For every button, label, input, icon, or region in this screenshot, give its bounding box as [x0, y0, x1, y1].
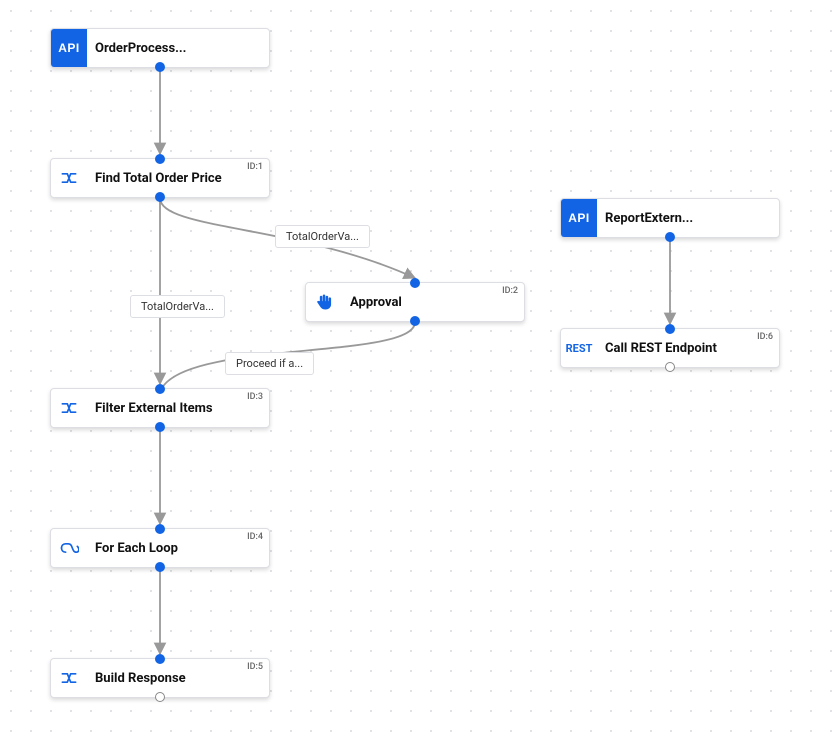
flow-canvas[interactable]: API OrderProcess... Find Total Order Pri…	[0, 0, 833, 746]
port-in[interactable]	[155, 524, 165, 534]
node-approval[interactable]: Approval ID:2	[305, 282, 525, 322]
node-call-rest-endpoint[interactable]: REST Call REST Endpoint ID:6	[560, 328, 780, 368]
port-in[interactable]	[155, 384, 165, 394]
port-out[interactable]	[155, 192, 165, 202]
node-for-each-loop[interactable]: For Each Loop ID:4	[50, 528, 270, 568]
node-title: Approval	[342, 295, 524, 310]
port-out[interactable]	[155, 62, 165, 72]
node-id: ID:5	[247, 662, 263, 672]
edge-label-totalorderva-2[interactable]: TotalOrderVa...	[130, 295, 225, 318]
node-title: Build Response	[87, 671, 269, 686]
node-filter-external-items[interactable]: Filter External Items ID:3	[50, 388, 270, 428]
node-find-total-order-price[interactable]: Find Total Order Price ID:1	[50, 158, 270, 198]
links-layer	[0, 0, 833, 746]
node-id: ID:6	[757, 332, 773, 342]
port-out[interactable]	[665, 232, 675, 242]
api-icon: API	[51, 29, 87, 67]
port-out[interactable]	[410, 316, 420, 326]
edge-label-totalorderva-1[interactable]: TotalOrderVa...	[275, 225, 370, 248]
port-in[interactable]	[665, 324, 675, 334]
node-title: Call REST Endpoint	[597, 341, 779, 356]
port-in[interactable]	[155, 154, 165, 164]
data-mapper-icon	[51, 659, 87, 697]
node-report-extern[interactable]: API ReportExtern...	[560, 198, 780, 238]
node-id: ID:1	[247, 162, 263, 172]
node-title: Find Total Order Price	[87, 171, 269, 186]
node-id: ID:3	[247, 392, 263, 402]
node-order-process[interactable]: API OrderProcess...	[50, 28, 270, 68]
node-title: OrderProcess...	[87, 41, 269, 56]
api-icon: API	[561, 199, 597, 237]
loop-icon	[51, 529, 87, 567]
port-out[interactable]	[155, 422, 165, 432]
rest-icon: REST	[561, 329, 597, 367]
port-in[interactable]	[155, 654, 165, 664]
node-id: ID:4	[247, 532, 263, 542]
node-title: Filter External Items	[87, 401, 269, 416]
data-mapper-icon	[51, 159, 87, 197]
node-id: ID:2	[502, 286, 518, 296]
data-mapper-icon	[51, 389, 87, 427]
port-out[interactable]	[665, 362, 675, 372]
hand-icon	[306, 283, 342, 321]
node-build-response[interactable]: Build Response ID:5	[50, 658, 270, 698]
node-title: For Each Loop	[87, 541, 269, 556]
port-out[interactable]	[155, 562, 165, 572]
node-title: ReportExtern...	[597, 211, 779, 226]
port-in[interactable]	[410, 278, 420, 288]
port-out[interactable]	[155, 692, 165, 702]
edge-label-proceed-if-a[interactable]: Proceed if a...	[225, 352, 314, 375]
